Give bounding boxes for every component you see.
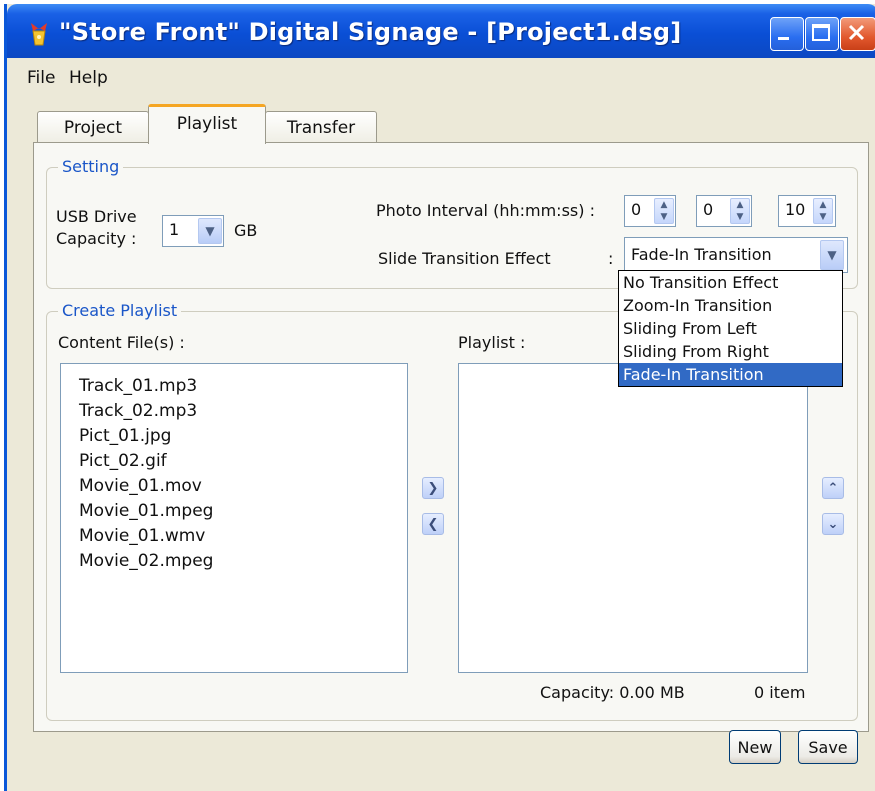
transition-effect-dropdown-list: No Transition Effect Zoom-In Transition … (618, 270, 843, 387)
spin-up-icon[interactable]: ▲ (655, 199, 673, 211)
list-item[interactable]: Movie_01.mpeg (61, 499, 407, 524)
usb-capacity-value: 1 (169, 220, 180, 239)
tab-playlist[interactable]: Playlist (148, 104, 266, 144)
usb-capacity-dropdown-button[interactable]: ▼ (198, 218, 222, 244)
transition-effect-select[interactable]: Fade-In Transition (624, 237, 848, 273)
move-up-button[interactable]: ⌃ (822, 477, 844, 499)
list-item[interactable]: Track_01.mp3 (61, 374, 407, 399)
content-files-label: Content File(s) : (58, 333, 185, 352)
list-item[interactable]: Pict_02.gif (61, 449, 407, 474)
transition-effect-label: Slide Transition Effect (378, 249, 551, 268)
close-button[interactable] (840, 17, 875, 51)
create-playlist-group-title: Create Playlist (58, 301, 182, 320)
add-to-playlist-button[interactable]: ❯ (422, 477, 444, 499)
transition-option-none[interactable]: No Transition Effect (619, 271, 842, 294)
new-button[interactable]: New (729, 730, 781, 764)
transition-effect-dropdown-button[interactable]: ▼ (820, 240, 844, 270)
playlist-panel: Setting USB Drive Capacity : 1 ▼ GB Phot… (33, 142, 869, 732)
list-item[interactable]: Movie_02.mpeg (61, 549, 407, 574)
transition-option-sliding-left[interactable]: Sliding From Left (619, 317, 842, 340)
interval-minutes-spinner[interactable]: ▲ ▼ (730, 198, 750, 224)
save-button[interactable]: Save (798, 730, 858, 764)
list-item[interactable]: Track_02.mp3 (61, 399, 407, 424)
app-logo-icon (31, 23, 47, 46)
transition-option-fade-in[interactable]: Fade-In Transition (619, 363, 842, 386)
playlist-label: Playlist : (458, 333, 526, 352)
transition-effect-colon: : (608, 249, 614, 268)
usb-drive-label: USB Drive (56, 207, 137, 226)
list-item[interactable]: Pict_01.jpg (61, 424, 407, 449)
setting-group-title: Setting (58, 157, 124, 176)
chevron-right-icon: ❯ (427, 480, 439, 496)
transition-option-zoom-in[interactable]: Zoom-In Transition (619, 294, 842, 317)
interval-hours-spinner[interactable]: ▲ ▼ (654, 198, 674, 224)
spin-up-icon[interactable]: ▲ (814, 199, 832, 211)
interval-minutes-value: 0 (703, 200, 714, 219)
spin-down-icon[interactable]: ▼ (655, 211, 673, 223)
interval-seconds-spinner[interactable]: ▲ ▼ (813, 198, 833, 224)
close-icon (848, 24, 865, 41)
chevron-left-icon: ❮ (427, 516, 439, 532)
transition-option-sliding-right[interactable]: Sliding From Right (619, 340, 842, 363)
photo-interval-label: Photo Interval (hh:mm:ss) : (376, 201, 595, 220)
capacity-text: Capacity: 0.00 MB (540, 683, 685, 702)
tab-project[interactable]: Project (37, 111, 149, 143)
title-bar[interactable]: "Store Front" Digital Signage - [Project… (7, 4, 875, 58)
chevron-down-icon: ▼ (827, 248, 837, 262)
minimize-button[interactable] (770, 17, 804, 51)
minimize-icon (778, 37, 789, 40)
app-window: "Store Front" Digital Signage - [Project… (4, 4, 875, 791)
list-item[interactable]: Movie_01.wmv (61, 524, 407, 549)
item-count-text: 0 item (754, 683, 806, 702)
window-title: "Store Front" Digital Signage - [Project… (59, 18, 682, 46)
menu-help[interactable]: Help (69, 68, 108, 88)
spin-down-icon[interactable]: ▼ (814, 211, 832, 223)
chevron-down-icon: ▼ (205, 224, 215, 238)
interval-seconds-value: 10 (785, 200, 806, 219)
content-files-list[interactable]: Track_01.mp3 Track_02.mp3 Pict_01.jpg Pi… (60, 363, 408, 673)
usb-capacity-label: Capacity : (56, 229, 137, 248)
spin-down-icon[interactable]: ▼ (731, 211, 749, 223)
tab-transfer[interactable]: Transfer (265, 111, 377, 143)
playlist-list[interactable] (458, 363, 808, 673)
maximize-icon (812, 24, 830, 41)
remove-from-playlist-button[interactable]: ❮ (422, 513, 444, 535)
interval-hours-value: 0 (631, 200, 642, 219)
maximize-button[interactable] (805, 17, 839, 51)
menu-file[interactable]: File (27, 68, 55, 88)
usb-unit-label: GB (234, 221, 258, 240)
chevron-down-icon: ⌄ (827, 516, 839, 532)
move-down-button[interactable]: ⌄ (822, 513, 844, 535)
chevron-up-icon: ⌃ (827, 480, 839, 496)
menu-bar: File Help (7, 58, 875, 94)
transition-effect-value: Fade-In Transition (631, 245, 772, 264)
list-item[interactable]: Movie_01.mov (61, 474, 407, 499)
spin-up-icon[interactable]: ▲ (731, 199, 749, 211)
